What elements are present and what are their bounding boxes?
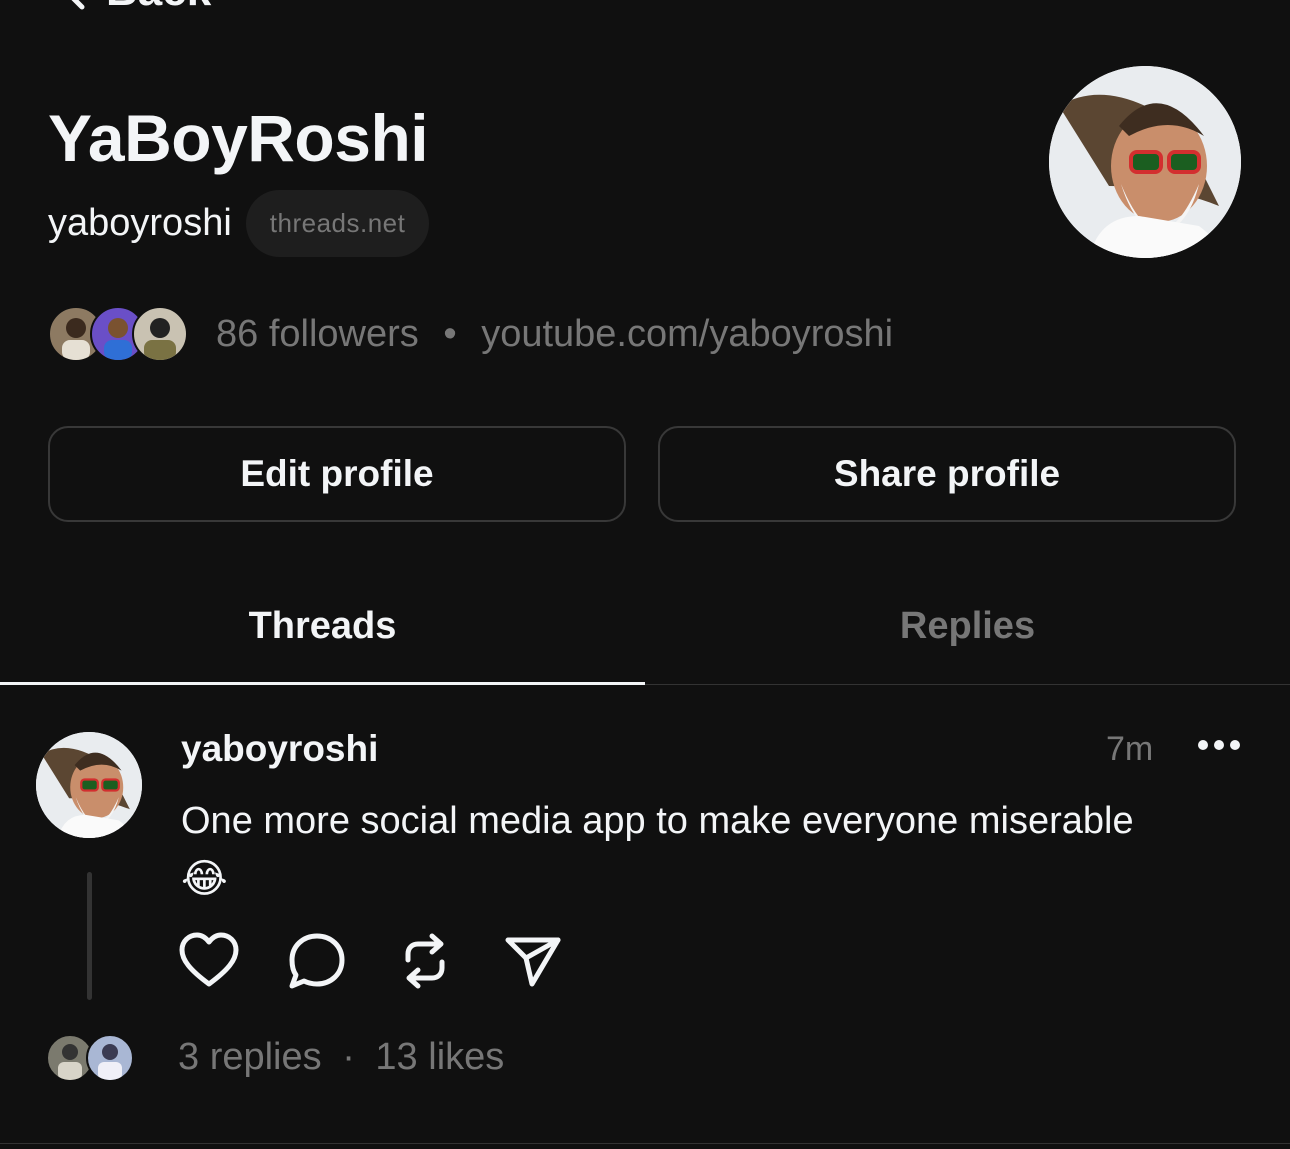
back-button[interactable]: Back (60, 0, 211, 16)
followers-info: 86 followers • youtube.com/yaboyroshi (216, 313, 893, 356)
active-tab-indicator (0, 682, 645, 685)
followers-row: 86 followers • youtube.com/yaboyroshi (48, 306, 893, 362)
profile-page: Back YaBoyRoshi yaboyroshi threads.net (0, 0, 1290, 1149)
person-icon (98, 1044, 122, 1080)
followers-count[interactable]: 86 followers (216, 313, 419, 355)
reply-avatars (46, 1034, 146, 1086)
edit-profile-button[interactable]: Edit profile (48, 426, 626, 522)
stats-separator: · (342, 1036, 355, 1078)
profile-avatar[interactable] (1049, 66, 1241, 258)
repost-icon[interactable] (394, 930, 456, 992)
post-text: One more social media app to make everyo… (181, 792, 1241, 909)
post-actions (178, 930, 564, 992)
profile-username: yaboyroshi (48, 202, 232, 244)
domain-badge[interactable]: threads.net (245, 190, 430, 257)
bearded-man-avatar-icon (1049, 66, 1241, 258)
heart-icon[interactable] (178, 930, 240, 992)
separator-dot: • (443, 312, 457, 355)
person-icon (144, 318, 176, 360)
follower-avatar (132, 306, 188, 362)
bearded-man-avatar-icon (36, 732, 142, 838)
profile-buttons: Edit profile Share profile (48, 426, 1236, 522)
post-time: 7m (1106, 730, 1154, 768)
chevron-left-icon (71, 0, 85, 10)
profile-link[interactable]: youtube.com/yaboyroshi (481, 313, 893, 355)
post-divider (0, 1143, 1290, 1144)
back-label: Back (106, 0, 211, 16)
more-options-icon[interactable] (1198, 740, 1240, 750)
laughing-emoji: 😂 (181, 856, 228, 902)
follower-avatars[interactable] (48, 306, 188, 362)
post-avatar[interactable] (36, 732, 142, 838)
post-username[interactable]: yaboyroshi (181, 728, 378, 770)
tab-threads[interactable]: Threads (0, 570, 645, 682)
reply-avatar (86, 1034, 134, 1082)
comment-icon[interactable] (286, 930, 348, 992)
share-profile-button[interactable]: Share profile (658, 426, 1236, 522)
profile-display-name: YaBoyRoshi (48, 101, 429, 175)
profile-tabs: Threads Replies (0, 570, 1290, 685)
post-stats: 3 replies · 13 likes (178, 1036, 504, 1079)
likes-count[interactable]: 13 likes (375, 1036, 504, 1078)
share-icon[interactable] (502, 930, 564, 992)
handle-row: yaboyroshi threads.net (48, 190, 430, 257)
thread-line (87, 872, 92, 1000)
replies-count[interactable]: 3 replies (178, 1036, 322, 1078)
post-body: One more social media app to make everyo… (181, 800, 1134, 842)
tab-replies[interactable]: Replies (645, 570, 1290, 682)
